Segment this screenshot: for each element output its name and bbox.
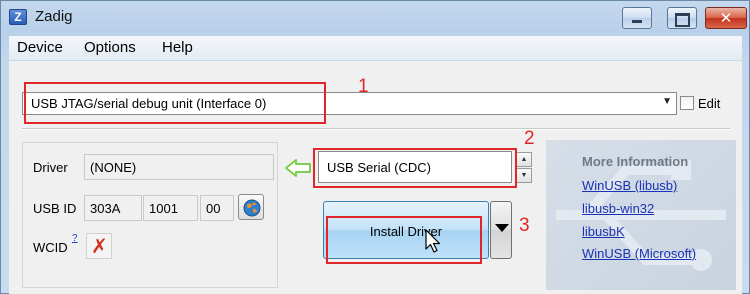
annotation-number-1: 1 xyxy=(358,76,369,97)
install-options-button[interactable] xyxy=(490,201,512,259)
lookup-vendor-button[interactable] xyxy=(238,194,264,220)
chevron-down-icon: ▼ xyxy=(662,96,672,107)
app-icon: Z xyxy=(9,9,27,25)
link-winusb-microsoft[interactable]: WinUSB (Microsoft) xyxy=(582,246,696,261)
minimize-icon xyxy=(623,9,651,23)
annotation-number-2: 2 xyxy=(524,128,535,149)
revision-field: 00 xyxy=(200,195,234,221)
close-button[interactable]: ✕ xyxy=(705,7,747,29)
menu-device[interactable]: Device xyxy=(17,39,63,56)
menu-help[interactable]: Help xyxy=(162,39,193,56)
current-driver-field: (NONE) xyxy=(84,154,274,180)
driver-label: Driver xyxy=(33,160,68,175)
globe-icon xyxy=(243,199,261,217)
wcid-help-link[interactable]: ? xyxy=(72,233,78,244)
more-information-title: More Information xyxy=(582,154,689,169)
product-id-field: 1001 xyxy=(143,195,198,221)
annotation-number-3: 3 xyxy=(519,215,530,236)
close-icon: ✕ xyxy=(719,10,733,27)
edit-label: Edit xyxy=(698,96,721,111)
link-libusbk[interactable]: libusbK xyxy=(582,224,625,239)
annotation-box-2 xyxy=(313,148,517,188)
driver-spin-down[interactable]: ▼ xyxy=(516,168,532,183)
link-libusb-win32[interactable]: libusb-win32 xyxy=(582,201,654,216)
wcid-status: ✗ xyxy=(86,233,112,259)
arrow-left-icon xyxy=(285,159,311,177)
maximize-icon xyxy=(668,9,696,27)
maximize-button[interactable] xyxy=(667,7,697,29)
window-title: Zadig xyxy=(35,8,73,25)
minimize-button[interactable] xyxy=(622,7,652,29)
annotation-box-1 xyxy=(24,82,326,124)
menu-bar: Device Options Help xyxy=(9,36,742,60)
menu-options[interactable]: Options xyxy=(84,39,136,56)
cross-icon: ✗ xyxy=(91,236,108,258)
wcid-label: WCID xyxy=(33,240,68,255)
annotation-box-3 xyxy=(326,216,482,264)
vendor-id-field: 303A xyxy=(84,195,142,221)
more-information-panel: More Information WinUSB (libusb) libusb-… xyxy=(546,140,736,290)
usb-id-label: USB ID xyxy=(33,201,77,216)
link-winusb-libusb[interactable]: WinUSB (libusb) xyxy=(582,178,677,193)
title-bar[interactable]: Z Zadig ✕ xyxy=(1,1,749,35)
driver-spin-up[interactable]: ▲ xyxy=(516,152,532,167)
caret-down-icon xyxy=(495,224,509,232)
edit-checkbox[interactable] xyxy=(680,96,694,110)
divider xyxy=(22,128,730,130)
